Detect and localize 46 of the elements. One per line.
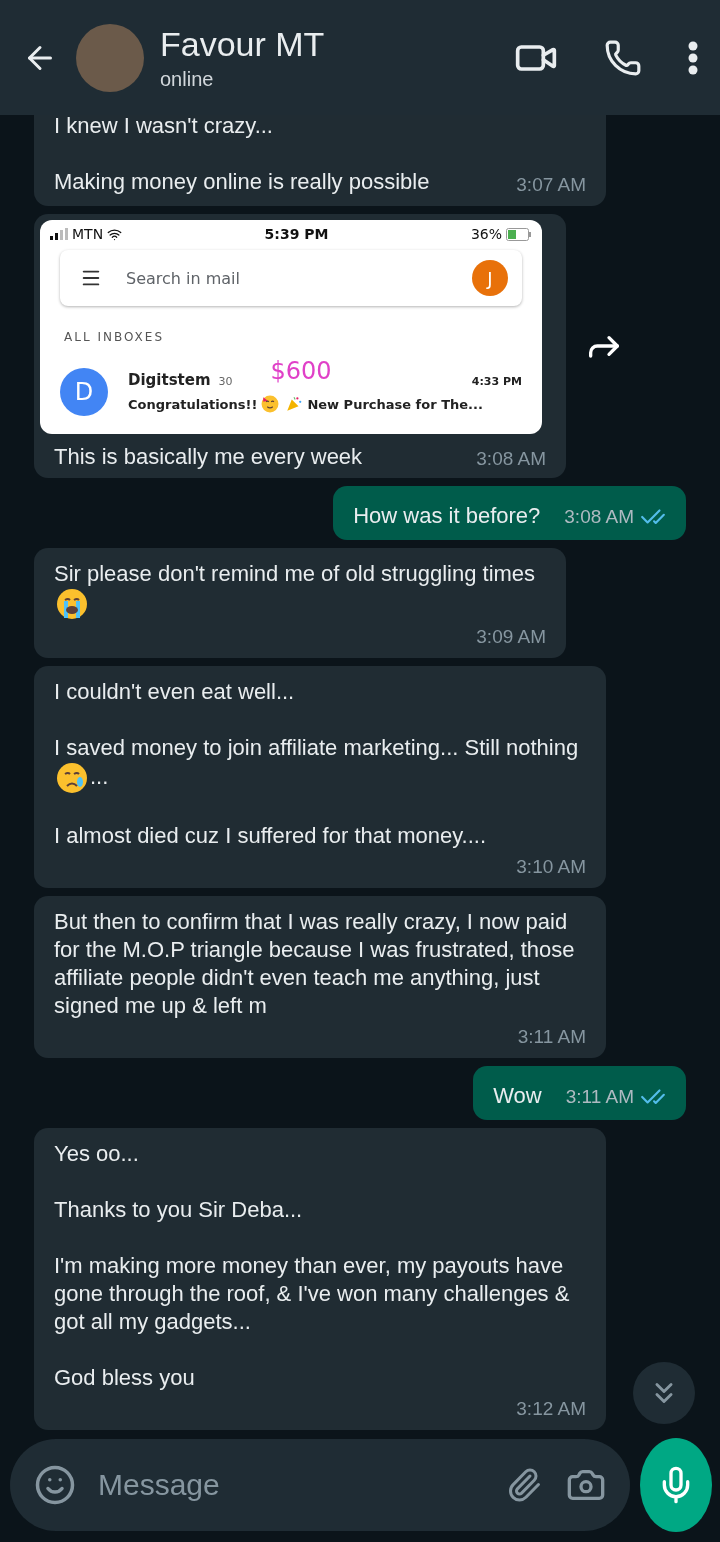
message-time: 3:07 AM	[516, 174, 586, 196]
thread-count: 30	[218, 375, 233, 388]
phone-icon	[604, 38, 642, 77]
amount-label: $600	[270, 357, 332, 385]
message-time: 3:11 AM	[517, 1026, 586, 1048]
message-text: I couldn't even eat well...	[54, 679, 295, 704]
message-text: I'm making more money than ever, my payouts have gone through the roof, & I've won many challenges & got all my gadgets...	[54, 1253, 570, 1334]
contact-status: online	[160, 67, 215, 91]
message-input-field[interactable]: Message	[96, 1467, 486, 1503]
mail-subject: Congratulations!!	[128, 396, 258, 412]
mail-subject: New Purchase for The...	[307, 396, 483, 412]
image-caption: This is basically me every week	[53, 443, 364, 470]
smiley-icon	[34, 1464, 76, 1506]
signal-icon	[50, 228, 68, 240]
message-text: ...	[90, 763, 109, 789]
message-text: Thanks to you Sir Deba...	[54, 1197, 303, 1222]
message-text: I almost died cuz I suffered for that money....	[54, 823, 487, 848]
sender-avatar: D	[60, 368, 108, 416]
message-time: 3:08 AM	[476, 448, 546, 470]
message-time: 3:09 AM	[476, 626, 546, 648]
message-text: Making money online is really possible	[54, 169, 430, 194]
message-text: God bless you	[54, 1365, 195, 1390]
message-text: But then to confirm that I was really crazy, I now paid for the M.O.P triangle because I was frustrated, those affiliate people didn't even teach me anything, just signed me up & left m	[54, 909, 575, 1018]
battery-icon	[506, 227, 532, 241]
sender-name: Digitstem	[128, 371, 211, 389]
wifi-icon	[107, 226, 123, 242]
contact-name[interactable]: Favour MT	[160, 24, 476, 64]
clock-label: 5:39 PM	[264, 226, 329, 242]
message-time: 3:08 AM	[564, 506, 634, 528]
search-field[interactable]: Search in mail	[124, 267, 450, 289]
message-text: How was it before?	[353, 503, 541, 528]
section-label: ALL INBOXES	[64, 330, 166, 344]
message-time: 3:10 AM	[516, 856, 586, 878]
battery-label: 36%	[470, 226, 502, 242]
message-time: 3:11 AM	[565, 1086, 634, 1108]
message-text: Yes oo...	[54, 1141, 139, 1166]
message-text: Wow	[493, 1083, 542, 1108]
carrier-label: MTN	[72, 226, 104, 242]
mail-time: 4:33 PM	[471, 375, 522, 388]
message-text: Sir please don't remind me of old struggling times	[54, 561, 536, 586]
more-icon	[688, 40, 698, 75]
message-time: 3:12 AM	[516, 1398, 586, 1420]
paperclip-icon	[506, 1467, 542, 1503]
account-avatar: J	[472, 260, 508, 296]
message-text: I knew I wasn't crazy...	[54, 115, 273, 138]
message-text: I saved money to join affiliate marketing... Still nothing	[54, 735, 579, 760]
